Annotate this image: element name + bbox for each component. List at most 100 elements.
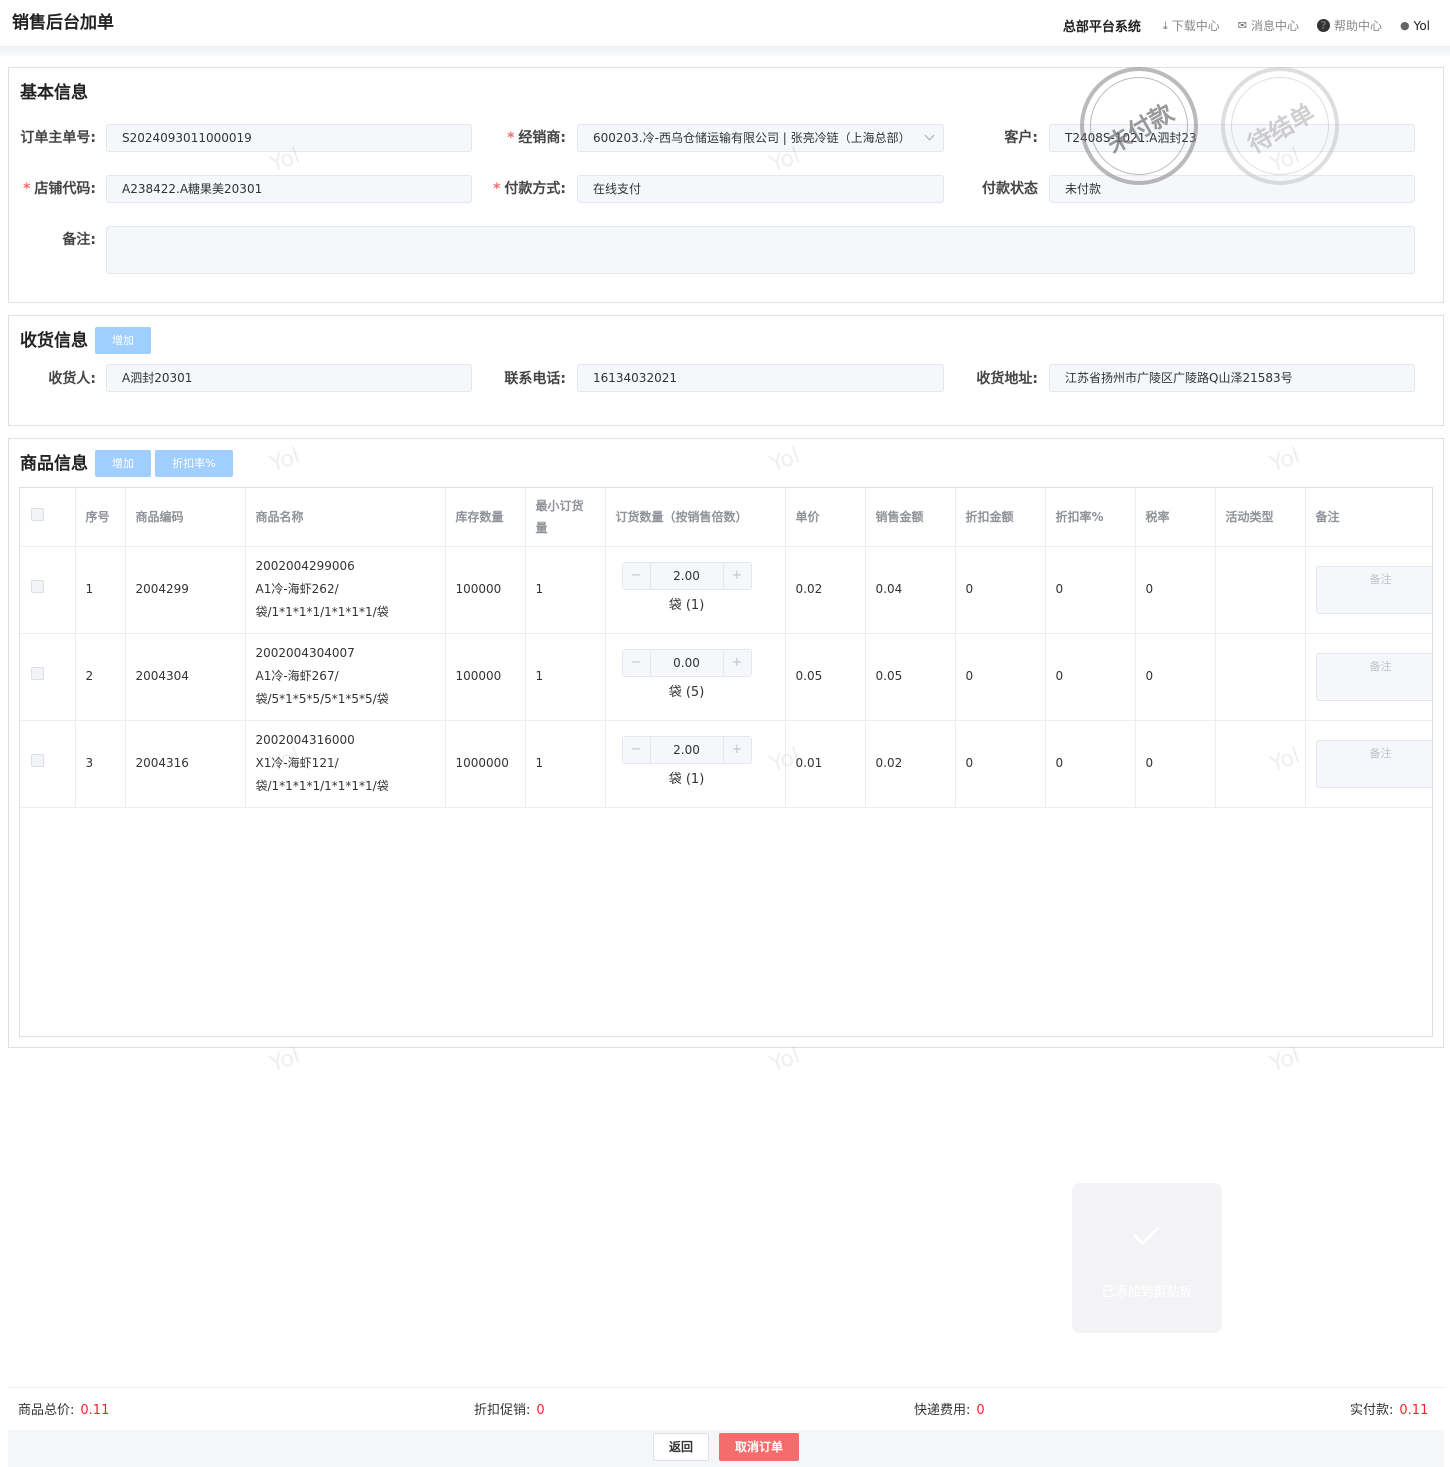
row-remark-cell: 备注 [1305,633,1432,721]
remark-textarea[interactable] [106,226,1415,274]
row-checkbox[interactable] [31,580,44,593]
back-button[interactable]: 返回 [653,1433,709,1461]
toast-message: 已添加到剪贴板 [1101,1285,1193,1300]
col-header: 税率 [1135,488,1216,547]
table-row: 1 2004299 2002004299006 A1冷-海虾262/袋/1*1*1… [20,546,1432,634]
row-select-cell [20,633,76,721]
row-name: 2002004299006 A1冷-海虾262/袋/1*1*1*1/1*1*1*1… [245,546,446,634]
row-stock: 100000 [445,546,526,634]
shipping-fee-value: 0 [976,1403,985,1418]
row-discount-amount: 0 [955,720,1046,808]
col-header: 最小订货量 [525,488,606,547]
store-code-field[interactable]: A238422.A糖果美20301 [106,175,472,203]
quantity-value[interactable]: 2.00 [651,737,723,763]
dealer-select[interactable]: 600203.冷-西乌仓储运输有限公司 | 张亮冷链（上海总部） [577,124,944,152]
row-remark-input[interactable]: 备注 [1315,739,1432,788]
row-no: 3 [75,720,126,808]
plus-icon[interactable]: + [722,650,751,676]
row-price: 0.02 [785,546,866,634]
pay-status-field[interactable]: 未付款 [1049,175,1415,203]
plus-icon[interactable]: + [722,563,751,589]
message-center-link[interactable]: ✉ 消息中心 [1238,17,1299,34]
table-row: 3 2004316 2002004316000 X1冷-海虾121/袋/1*1*1… [20,720,1432,808]
remark-label: 备注: [62,232,96,248]
dealer-label: * 经销商: [507,130,566,146]
user-icon: ● [1399,19,1410,32]
download-icon: ⤓ [1162,18,1168,32]
dealer-value: 600203.冷-西乌仓储运输有限公司 | 张亮冷链（上海总部） [593,131,911,145]
download-center-link[interactable]: ⤓ 下载中心 [1163,17,1220,34]
receiver-name-field[interactable]: A泗封20301 [106,364,472,392]
help-icon: ? [1316,19,1330,32]
quantity-stepper[interactable]: − 0.00 + [621,649,752,677]
unpaid-stamp: 未付款 [1080,67,1198,185]
row-discount-rate: 0 [1045,633,1136,721]
row-code: 2004316 [125,720,246,808]
cancel-order-button[interactable]: 取消订单 [719,1433,799,1461]
minus-icon[interactable]: − [622,563,651,589]
row-discount-rate: 0 [1045,720,1136,808]
minus-icon[interactable]: − [622,737,651,763]
address-field[interactable]: 江苏省扬州市广陵区广陵路Q山泽21583号 [1049,364,1415,392]
row-remark-cell: 备注 [1305,720,1432,808]
receiver-panel: 收货信息 增加 收货人: A泗封20301 联系电话: 16134032021 … [8,315,1444,426]
row-discount-amount: 0 [955,546,1046,634]
pay-method-label: * 付款方式: [493,181,566,197]
shipping-fee: 快递费用: 0 [914,1403,985,1418]
col-header: 折扣率% [1045,488,1136,547]
row-remark-input[interactable]: 备注 [1315,565,1432,614]
pay-status-label: 付款状态 [982,181,1038,197]
quantity-stepper[interactable]: − 2.00 + [621,562,752,590]
row-tax: 0 [1135,546,1216,634]
top-bar: 销售后台加单 总部平台系统 ⤓ 下载中心 ✉ 消息中心 ? 帮助中心 ● Yol [0,0,1450,46]
basic-info-title: 基本信息 [20,83,88,103]
row-tax: 0 [1135,720,1216,808]
row-qty-cell: − 0.00 + 袋 (5) [605,633,786,721]
phone-field[interactable]: 16134032021 [577,364,944,392]
add-goods-button[interactable]: 增加 [95,450,151,477]
minus-icon[interactable]: − [622,650,651,676]
col-header: 备注 [1305,488,1432,547]
goods-table: 序号 商品编码 商品名称 库存数量 最小订货量 订货数量（按销售倍数） 单价 销… [19,487,1433,1037]
clipboard-toast: 已添加到剪贴板 [1072,1183,1222,1333]
col-header: 商品名称 [245,488,446,547]
receiver-title: 收货信息 [20,331,88,351]
row-amount: 0.04 [865,546,956,634]
select-all-cell [20,488,76,547]
receiver-name-label: 收货人: [48,371,96,387]
add-receiver-button[interactable]: 增加 [95,327,151,354]
col-header: 活动类型 [1215,488,1306,547]
discount-total-value: 0 [536,1403,545,1418]
quantity-unit: 袋 (5) [668,685,705,700]
discount-rate-button[interactable]: 折扣率% [155,450,233,477]
row-qty-cell: − 2.00 + 袋 (1) [605,546,786,634]
pay-method-field[interactable]: 在线支付 [577,175,944,203]
watermark: Yol [1266,1043,1304,1078]
select-all-checkbox[interactable] [31,507,44,521]
table-row: 2 2004304 2002004304007 A1冷-海虾267/袋/5*1*5… [20,633,1432,721]
row-activity [1215,633,1306,721]
table-header-row: 序号 商品编码 商品名称 库存数量 最小订货量 订货数量（按销售倍数） 单价 销… [20,488,1432,547]
quantity-unit: 袋 (1) [668,772,705,787]
col-header: 折扣金额 [955,488,1046,547]
plus-icon[interactable]: + [722,737,751,763]
row-stock: 100000 [445,633,526,721]
quantity-stepper[interactable]: − 2.00 + [621,736,752,764]
row-code: 2004299 [125,546,246,634]
quantity-value[interactable]: 2.00 [651,563,723,589]
help-center-link[interactable]: ? 帮助中心 [1316,17,1382,34]
row-no: 1 [75,546,126,634]
message-center-label: 消息中心 [1250,19,1299,33]
store-code-label: * 店铺代码: [23,181,96,197]
row-qty-cell: − 2.00 + 袋 (1) [605,720,786,808]
user-menu[interactable]: ● Yol [1400,19,1430,33]
goods-title: 商品信息 [20,454,88,474]
row-remark-input[interactable]: 备注 [1315,652,1432,701]
row-checkbox[interactable] [31,754,44,767]
address-label: 收货地址: [976,371,1038,387]
row-checkbox[interactable] [31,667,44,680]
quantity-value[interactable]: 0.00 [651,650,723,676]
row-no: 2 [75,633,126,721]
row-min-qty: 1 [525,633,606,721]
col-header: 单价 [785,488,866,547]
